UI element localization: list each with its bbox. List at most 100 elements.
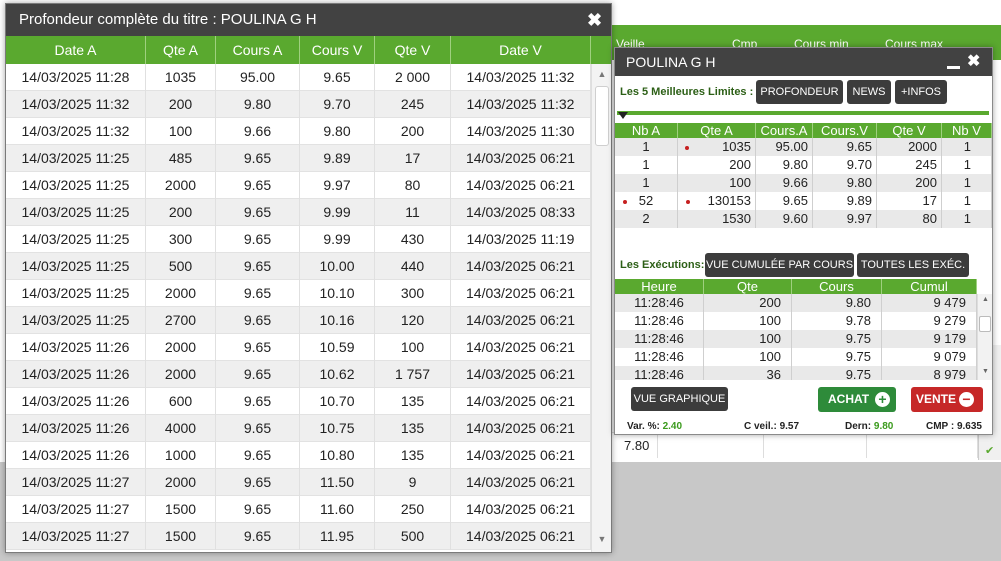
execution-row[interactable]: 11:28:46 100 9.75 9 179 xyxy=(615,330,977,348)
table-row[interactable]: 14/03/2025 11:32 100 9.66 9.80 200 14/03/2025… xyxy=(6,118,591,145)
depth-table-body: 14/03/2025 11:28 1035 95.00 9.65 2 000 14/03/… xyxy=(6,64,591,552)
cell-date-v: 14/03/2025 06:21 xyxy=(451,442,591,469)
limits-table-header: Nb A Qte A Cours.A Cours.V Qte V Nb V xyxy=(615,123,992,138)
cell-date-v: 14/03/2025 06:21 xyxy=(451,334,591,361)
price-marker-icon xyxy=(618,112,628,119)
cell-date-a: 14/03/2025 11:25 xyxy=(6,253,146,280)
execution-row[interactable]: 11:28:46 100 9.78 9 279 xyxy=(615,312,977,330)
execution-row[interactable]: 11:28:46 100 9.75 9 079 xyxy=(615,348,977,366)
cell-qte-a: 2700 xyxy=(146,307,216,334)
exec-cell-heure: 11:28:46 xyxy=(615,348,704,366)
red-dot-icon xyxy=(685,146,689,150)
cell-qte-v: 135 xyxy=(375,442,451,469)
execution-row[interactable]: 11:28:46 36 9.75 8 979 xyxy=(615,366,977,380)
cell-qte-a: 1000 xyxy=(146,442,216,469)
table-row[interactable]: 14/03/2025 11:25 485 9.65 9.89 17 14/03/2025 … xyxy=(6,145,591,172)
col-date-a[interactable]: Date A xyxy=(6,36,146,64)
depth-scrollbar[interactable]: ▲ ▼ xyxy=(591,64,611,552)
col-date-v[interactable]: Date V xyxy=(451,36,591,64)
cell-qte-v: 100 xyxy=(375,334,451,361)
cell-cours-a: 9.65 xyxy=(216,334,300,361)
limits-row[interactable]: 1 200 9.80 9.70 245 1 xyxy=(615,156,992,174)
close-icon[interactable]: ✖ xyxy=(587,11,602,29)
scroll-thumb[interactable] xyxy=(979,316,991,332)
limits-cell-qte-a: 100 xyxy=(678,174,756,192)
exec-cell-cumul: 9 179 xyxy=(882,330,977,348)
limits-row[interactable]: 1 100 9.66 9.80 200 1 xyxy=(615,174,992,192)
cell-cours-a: 9.65 xyxy=(216,253,300,280)
vente-button[interactable]: VENTE − xyxy=(911,387,983,412)
cell-cours-v: 10.10 xyxy=(300,280,375,307)
cell-cours-v: 10.75 xyxy=(300,415,375,442)
scroll-thumb[interactable] xyxy=(595,86,609,146)
cell-qte-a: 1500 xyxy=(146,496,216,523)
exec-col-qte: Qte xyxy=(704,279,792,294)
cell-cours-v: 9.97 xyxy=(300,172,375,199)
limits-row[interactable]: 2 1530 9.60 9.97 80 1 xyxy=(615,210,992,228)
limits-row[interactable]: 52 130153 9.65 9.89 17 1 xyxy=(615,192,992,210)
cell-qte-a: 2000 xyxy=(146,280,216,307)
profondeur-button[interactable]: PROFONDEUR xyxy=(756,80,843,104)
table-row[interactable]: 14/03/2025 11:27 2000 9.65 11.50 9 14/03/2025… xyxy=(6,469,591,496)
executions-scrollbar[interactable]: ▲ ▼ xyxy=(977,294,992,380)
table-row[interactable]: 14/03/2025 11:26 600 9.65 10.70 135 14/03/202… xyxy=(6,388,591,415)
exec-cell-cours: 9.78 xyxy=(792,312,882,330)
cell-date-v: 14/03/2025 06:21 xyxy=(451,469,591,496)
scroll-down-icon[interactable]: ▼ xyxy=(978,368,992,375)
table-row[interactable]: 14/03/2025 11:25 2000 9.65 9.97 80 14/03/2025… xyxy=(6,172,591,199)
cell-date-v: 14/03/2025 11:32 xyxy=(451,91,591,118)
table-row[interactable]: 14/03/2025 11:25 300 9.65 9.99 430 14/03/2025… xyxy=(6,226,591,253)
depth-window-titlebar[interactable]: Profondeur complète du titre : POULINA G… xyxy=(6,4,611,36)
table-row[interactable]: 14/03/2025 11:25 500 9.65 10.00 440 14/03/202… xyxy=(6,253,591,280)
depth-table-header: Date A Qte A Cours A Cours V Qte V Date … xyxy=(6,36,611,64)
cell-qte-a: 600 xyxy=(146,388,216,415)
infos-button[interactable]: +INFOS xyxy=(895,80,947,104)
table-row[interactable]: 14/03/2025 11:26 2000 9.65 10.62 1 757 14/03/… xyxy=(6,361,591,388)
limits-row[interactable]: 1 1035 95.00 9.65 2000 1 xyxy=(615,138,992,156)
scroll-down-icon[interactable]: ▼ xyxy=(592,534,611,544)
cveil-label: C veil.: xyxy=(744,421,777,432)
cell-qte-a: 500 xyxy=(146,253,216,280)
vue-cumulee-button[interactable]: VUE CUMULÉE PAR COURS xyxy=(705,253,854,277)
executions-label: Les Exécutions: xyxy=(620,259,705,271)
cell-date-a: 14/03/2025 11:26 xyxy=(6,361,146,388)
table-row[interactable]: 14/03/2025 11:27 1500 9.65 11.60 250 14/03/20… xyxy=(6,496,591,523)
col-cours-a[interactable]: Cours A xyxy=(216,36,300,64)
quote-panel-titlebar[interactable]: POULINA G H ✖ xyxy=(615,48,992,76)
cell-cours-a: 9.65 xyxy=(216,388,300,415)
cell-date-v: 14/03/2025 06:21 xyxy=(451,253,591,280)
table-row[interactable]: 14/03/2025 11:26 4000 9.65 10.75 135 14/03/20… xyxy=(6,415,591,442)
table-row[interactable]: 14/03/2025 11:28 1035 95.00 9.65 2 000 14/03/… xyxy=(6,64,591,91)
limits-cell-nb-a: 2 xyxy=(615,210,678,228)
limits-cell-qte-v: 2000 xyxy=(877,138,942,156)
minimize-icon[interactable] xyxy=(947,66,960,69)
cell-cours-a: 95.00 xyxy=(216,64,300,91)
toutes-executions-button[interactable]: TOUTES LES EXÉC. xyxy=(857,253,969,277)
table-row[interactable]: 14/03/2025 11:25 2700 9.65 10.16 120 14/03/20… xyxy=(6,307,591,334)
execution-row[interactable]: 11:28:46 200 9.80 9 479 xyxy=(615,294,977,312)
table-row[interactable]: 14/03/2025 11:25 2000 9.65 10.10 300 14/03/20… xyxy=(6,280,591,307)
cell-cours-v: 9.65 xyxy=(300,64,375,91)
scroll-up-icon[interactable]: ▲ xyxy=(592,69,611,79)
news-button[interactable]: NEWS xyxy=(847,80,891,104)
background-table-row[interactable]: 7.80 xyxy=(612,432,978,458)
vue-graphique-button[interactable]: VUE GRAPHIQUE xyxy=(631,387,728,411)
red-dot-icon xyxy=(623,200,627,204)
col-qte-a[interactable]: Qte A xyxy=(146,36,216,64)
table-row[interactable]: 14/03/2025 11:26 2000 9.65 10.59 100 14/03/20… xyxy=(6,334,591,361)
cell-cours-v: 11.50 xyxy=(300,469,375,496)
scroll-up-icon[interactable]: ▲ xyxy=(978,296,992,303)
col-cours-v[interactable]: Cours V xyxy=(300,36,375,64)
table-row[interactable]: 14/03/2025 11:26 1000 9.65 10.80 135 14/03/20… xyxy=(6,442,591,469)
cell-cours-a: 9.65 xyxy=(216,226,300,253)
table-row[interactable]: 14/03/2025 11:32 200 9.80 9.70 245 14/03/2025… xyxy=(6,91,591,118)
limits-cell-cours-a: 9.65 xyxy=(756,192,813,210)
cell-date-v: 14/03/2025 06:21 xyxy=(451,307,591,334)
col-qte-v[interactable]: Qte V xyxy=(375,36,451,64)
minus-circle-icon: − xyxy=(959,392,974,407)
achat-button[interactable]: ACHAT + xyxy=(818,387,896,412)
close-icon[interactable]: ✖ xyxy=(967,54,980,70)
limits-cell-nb-a: 1 xyxy=(615,156,678,174)
table-row[interactable]: 14/03/2025 11:27 1500 9.65 11.95 500 14/03/20… xyxy=(6,523,591,550)
table-row[interactable]: 14/03/2025 11:25 200 9.65 9.99 11 14/03/2025 … xyxy=(6,199,591,226)
